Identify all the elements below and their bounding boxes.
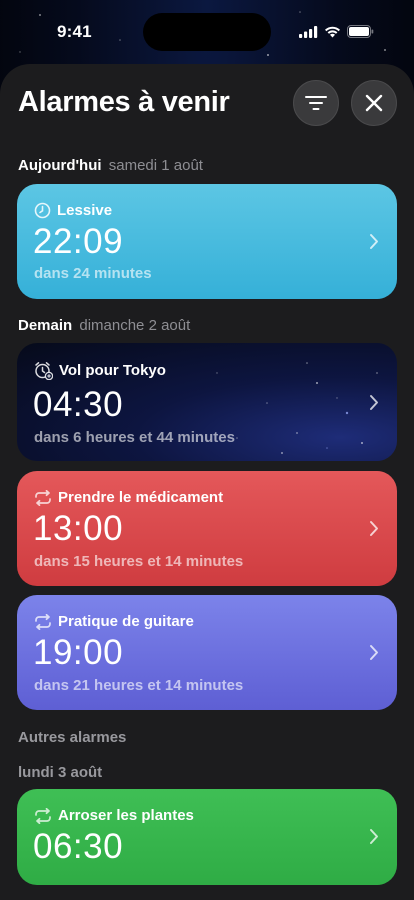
section-today-label: Aujourd'hui [18,157,102,174]
filter-icon [305,96,327,110]
wifi-icon [325,26,340,37]
alarm-name: Pratique de guitare [58,613,194,630]
alarm-title-row: Lessive [34,202,112,219]
alarm-name: Prendre le médicament [58,489,224,506]
repeat-icon [35,613,51,630]
close-icon [365,94,383,112]
alarm-name: Arroser les plantes [58,807,194,824]
chevron-right-icon [370,645,378,660]
section-tomorrow-date: dimanche 2 août [79,317,191,334]
chevron-right-icon [370,521,378,536]
alarm-card-tokyo[interactable]: Vol pour Tokyo 04:30 dans 6 heures et 44… [17,343,397,461]
alarm-card-guitare[interactable]: Pratique de guitare 19:00 dans 21 heures… [17,595,397,710]
alarm-remaining: dans 15 heures et 14 minutes [34,553,244,570]
clock-icon [34,202,51,219]
alarm-remaining: dans 21 heures et 14 minutes [34,677,244,694]
section-tomorrow: Demain dimanche 2 août [18,317,190,334]
dynamic-island [143,13,271,51]
alarm-title-row: Prendre le médicament [34,489,223,506]
alarm-title-row: Pratique de guitare [34,613,194,630]
screen: 9:41 Alarmes à venir Aujourd'hui samedi … [0,0,414,900]
repeat-icon [35,807,51,824]
section-today-date: samedi 1 août [108,157,203,174]
alarm-name: Vol pour Tokyo [59,362,166,379]
battery-icon [347,25,374,38]
close-button[interactable] [351,80,397,126]
section-today: Aujourd'hui samedi 1 août [18,157,203,174]
chevron-right-icon [370,829,378,844]
alarm-title-row: Arroser les plantes [34,807,194,824]
alarm-remaining: dans 24 minutes [34,265,152,282]
status-bar: 9:41 [0,0,414,66]
alarm-time: 06:30 [33,827,124,866]
section-tomorrow-label: Demain [18,317,73,334]
alarm-card-medicament[interactable]: Prendre le médicament 13:00 dans 15 heur… [17,471,397,586]
alarm-card-lessive[interactable]: Lessive 22:09 dans 24 minutes [17,184,397,299]
cellular-signal-icon [299,25,318,38]
alarm-time: 22:09 [33,222,124,261]
alarm-time: 19:00 [33,633,124,672]
repeat-icon [35,489,51,506]
alarm-remaining: dans 6 heures et 44 minutes [34,429,235,446]
alarm-time: 04:30 [33,385,124,424]
status-icons [299,25,374,38]
alarm-time: 13:00 [33,509,124,548]
chevron-right-icon [370,395,378,410]
alarm-name: Lessive [57,202,113,219]
status-time: 9:41 [57,22,92,41]
other-alarms-label: Autres alarmes [18,729,127,746]
chevron-right-icon [370,234,378,249]
alarm-card-plantes[interactable]: Arroser les plantes 06:30 [17,789,397,885]
alarm-title-row: Vol pour Tokyo [34,361,166,380]
alarm-clock-plus-icon [35,362,53,380]
filter-button[interactable] [293,80,339,126]
page-title: Alarmes à venir [18,86,230,118]
section-other-date: lundi 3 août [18,764,103,781]
